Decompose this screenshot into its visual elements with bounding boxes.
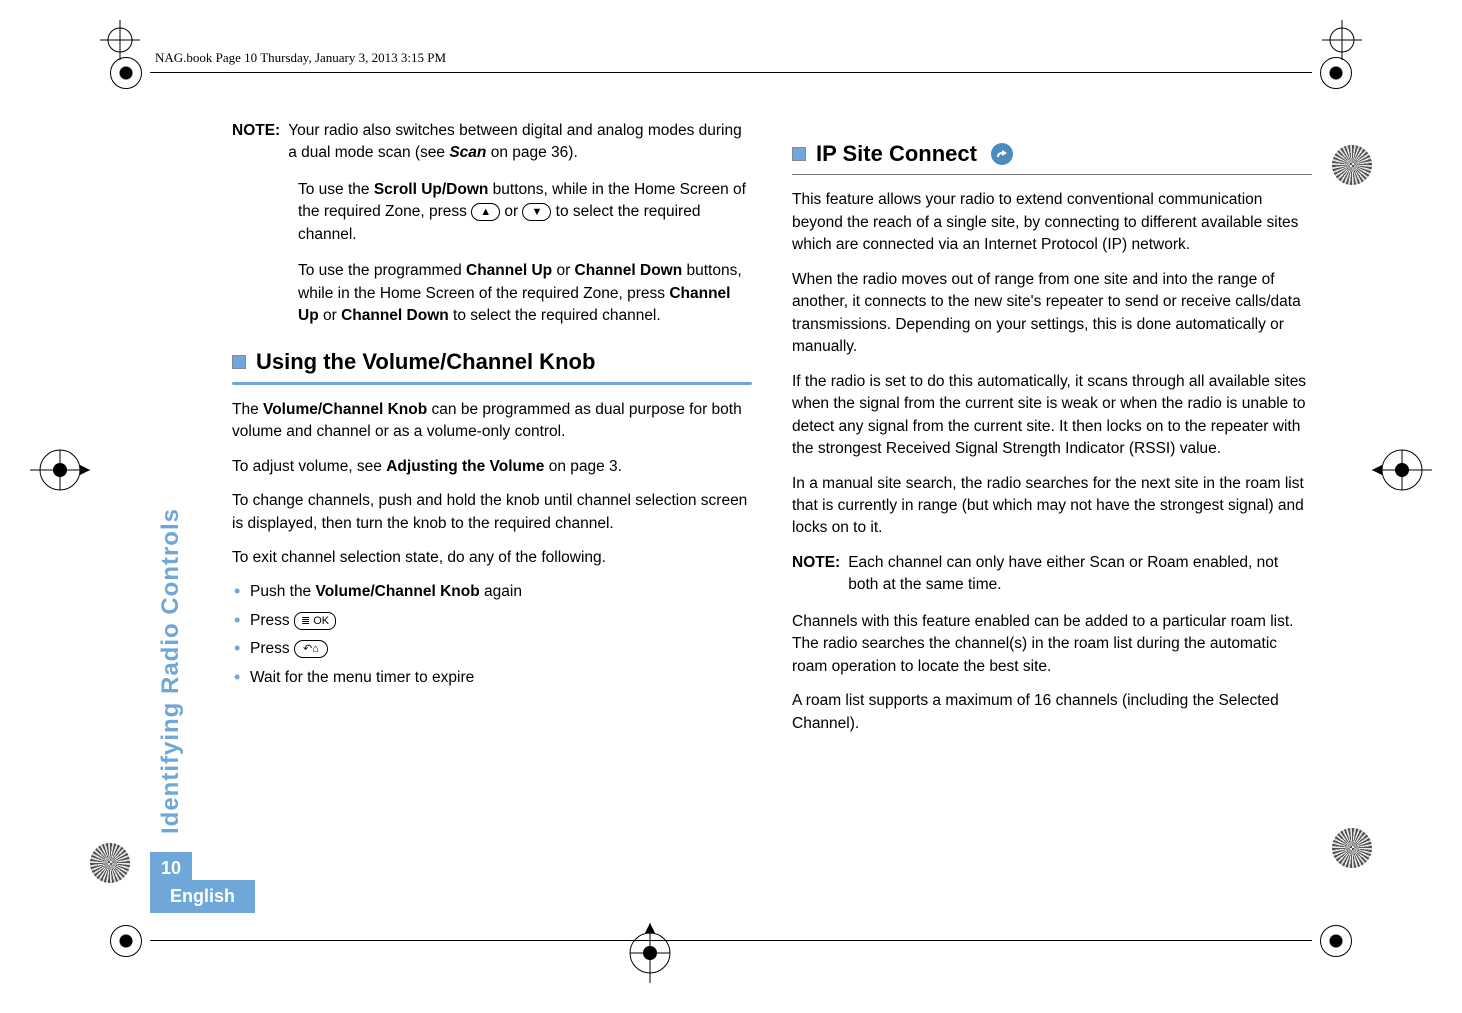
channel-up-ref: Channel Up [466,262,552,279]
paragraph: This feature allows your radio to extend… [792,189,1312,256]
channel-down-ref: Channel Down [341,307,449,324]
text: To adjust volume, see [232,458,386,475]
striped-circle-top-right [1332,145,1372,185]
volume-channel-knob-ref: Volume/Channel Knob [263,401,427,418]
volume-channel-knob-ref: Volume/Channel Knob [316,583,480,600]
paragraph: A roam list supports a maximum of 16 cha… [792,690,1312,735]
footer-language: English [150,880,255,913]
note-block: NOTE: Each channel can only have either … [792,552,1312,597]
page-content: Identifying Radio Controls 10 NOTE: Your… [150,120,1312,893]
note-text: on page 36). [486,144,577,161]
text: The [232,401,263,418]
paragraph: If the radio is set to do this automatic… [792,371,1312,461]
striped-circle-bottom-left [90,843,130,883]
text: Push the [250,583,316,600]
header-rule [150,72,1312,73]
crop-mark-top-right [1322,20,1362,60]
registration-arrow-left [30,440,90,500]
feature-icon [991,143,1013,165]
section-heading-ip-site-connect: IP Site Connect [792,138,1312,170]
paragraph: Channels with this feature enabled can b… [792,611,1312,678]
left-column: NOTE: Your radio also switches between d… [232,120,752,893]
paragraph: To change channels, push and hold the kn… [232,490,752,535]
note-text: To use the programmed [298,262,466,279]
registration-arrow-right [1372,440,1432,500]
right-column: IP Site Connect This feature allows your… [792,120,1312,893]
footer-rule [150,940,1312,941]
text: again [480,583,522,600]
text: Press [250,612,294,629]
note-block: NOTE: Your radio also switches between d… [232,120,752,165]
section-title: IP Site Connect [816,138,977,170]
striped-circle-bottom-right [1332,828,1372,868]
list-item: Wait for the menu timer to expire [232,667,752,689]
paragraph: To adjust volume, see Adjusting the Volu… [232,456,752,478]
adjusting-volume-ref: Adjusting the Volume [386,458,544,475]
text: Press [250,640,294,657]
section-title: Using the Volume/Channel Knob [256,346,595,378]
section-bullet-icon [792,147,806,161]
note-text: to select the required channel. [449,307,661,324]
note-body-3: To use the programmed Channel Up or Chan… [298,260,752,327]
section-rule [232,382,752,385]
note-text: or [319,307,341,324]
back-home-key-icon: ↶⌂ [294,640,328,658]
bullet-list: Push the Volume/Channel Knob again Press… [232,581,752,689]
paragraph: The Volume/Channel Knob can be programme… [232,399,752,444]
note-body-1: Your radio also switches between digital… [288,120,752,165]
note-body-2: To use the Scroll Up/Down buttons, while… [298,179,752,246]
note-body: Each channel can only have either Scan o… [848,552,1312,597]
list-item: Press ≣ OK [232,610,752,632]
header-doc-info: NAG.book Page 10 Thursday, January 3, 20… [155,50,446,66]
channel-down-ref: Channel Down [575,262,683,279]
paragraph: To exit channel selection state, do any … [232,547,752,569]
note-label: NOTE: [232,120,280,165]
sidebar: Identifying Radio Controls 10 [150,120,192,893]
list-item: Push the Volume/Channel Knob again [232,581,752,603]
registration-arrow-bottom [620,923,680,983]
up-key-icon: ▲ [471,203,500,221]
section-label: Identifying Radio Controls [157,508,185,834]
paragraph: In a manual site search, the radio searc… [792,473,1312,540]
paragraph: When the radio moves out of range from o… [792,269,1312,359]
note-text: or [552,262,574,279]
scroll-updown-ref: Scroll Up/Down [374,181,489,198]
note-text: or [500,203,522,220]
note-label: NOTE: [792,552,840,597]
text: on page 3. [544,458,622,475]
language-label: English [150,880,255,913]
section-heading-volume-knob: Using the Volume/Channel Knob [232,346,752,378]
list-item: Press ↶⌂ [232,638,752,660]
section-bullet-icon [232,355,246,369]
note-scan-ref: Scan [449,144,486,161]
section-rule [792,174,1312,176]
down-key-icon: ▼ [522,203,551,221]
note-text: To use the [298,181,374,198]
ok-key-icon: ≣ OK [294,612,336,630]
crop-mark-top-left [100,20,140,60]
